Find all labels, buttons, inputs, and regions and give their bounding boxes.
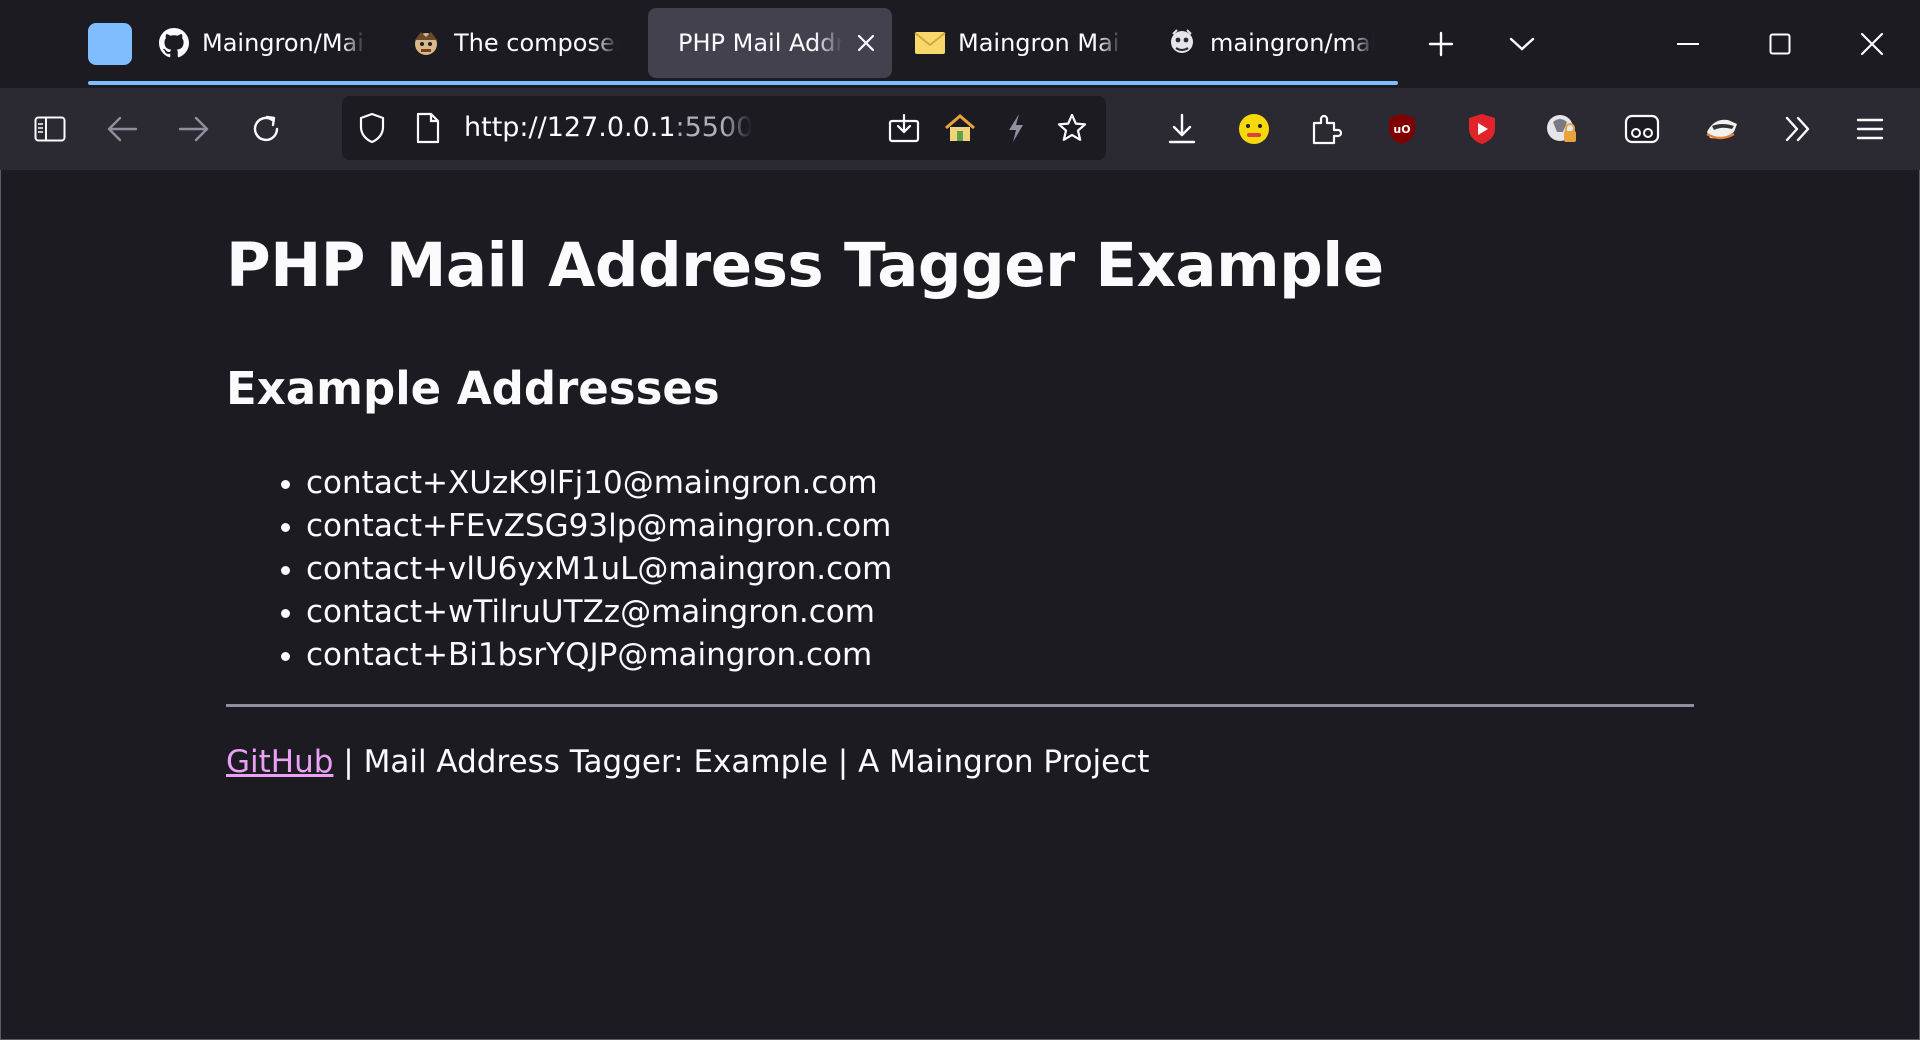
- reload-icon[interactable]: [244, 107, 288, 151]
- more-tools-double-chevron-icon[interactable]: [1776, 107, 1820, 151]
- git-host-icon: [1166, 27, 1198, 59]
- bookmark-star-icon[interactable]: [1052, 108, 1092, 148]
- page-title: PHP Mail Address Tagger Example: [226, 230, 1384, 301]
- tab-group-underline: [88, 81, 1398, 85]
- list-item: contact+Bi1bsrYQJP@maingron.com: [306, 634, 892, 677]
- footer: GitHub | Mail Address Tagger: Example | …: [226, 744, 1149, 780]
- tab-strip: Maingron/Mail- The composer.js PHP Mail …: [0, 0, 1920, 88]
- envelope-icon: [914, 27, 946, 59]
- maximize-window-icon[interactable]: [1760, 24, 1800, 64]
- save-page-download-icon[interactable]: [884, 108, 924, 148]
- list-all-tabs-chevron-down-icon[interactable]: [1502, 24, 1542, 64]
- hamburger-menu-icon[interactable]: [1848, 107, 1892, 151]
- composer-icon: [410, 27, 442, 59]
- url-text[interactable]: http://127.0.0.1:5500/example.php: [464, 112, 752, 143]
- navigation-toolbar: http://127.0.0.1:5500/example.php uO: [0, 88, 1920, 170]
- list-item: contact+vlU6yxM1uL@maingron.com: [306, 548, 892, 591]
- back-arrow-icon[interactable]: [100, 107, 144, 151]
- firefox-view-button[interactable]: [88, 23, 132, 65]
- list-item: contact+XUzK9lFj10@maingron.com: [306, 462, 892, 505]
- svg-text:uO: uO: [1393, 123, 1410, 136]
- url-path: :5500/example.php: [675, 112, 752, 143]
- emoji-face-extension-icon[interactable]: [1232, 107, 1276, 151]
- tab-manager-extension-icon[interactable]: [1620, 107, 1664, 151]
- page-info-icon[interactable]: [408, 108, 448, 148]
- privacy-lock-extension-icon[interactable]: [1540, 107, 1584, 151]
- downloads-icon[interactable]: [1160, 107, 1204, 151]
- close-tab-icon[interactable]: [854, 31, 878, 55]
- privacy-badger-icon[interactable]: [1700, 107, 1744, 151]
- list-item: contact+wTilruUTZz@maingron.com: [306, 591, 892, 634]
- tracking-protection-shield-icon[interactable]: [352, 108, 392, 148]
- tab-title: PHP Mail Address Tagger Example: [678, 29, 842, 57]
- ublock-origin-icon[interactable]: uO: [1380, 107, 1424, 151]
- youtube-extension-icon[interactable]: [1460, 107, 1504, 151]
- github-icon: [158, 27, 190, 59]
- github-link[interactable]: GitHub: [226, 744, 333, 780]
- tab-composer-js[interactable]: The composer.js: [396, 8, 632, 78]
- url-host: http://127.0.0.1: [464, 112, 676, 143]
- new-tab-plus-icon[interactable]: [1421, 24, 1461, 64]
- tab-title: Maingron/Mail-: [202, 29, 366, 57]
- minimize-window-icon[interactable]: [1668, 24, 1708, 64]
- address-bar[interactable]: http://127.0.0.1:5500/example.php: [342, 96, 1106, 160]
- footer-divider: [226, 704, 1694, 707]
- tab-title: Maingron Mail: [958, 29, 1122, 57]
- tab-maingron-mail[interactable]: Maingron Mail: [900, 8, 1136, 78]
- tab-title: The composer.js: [454, 29, 618, 57]
- address-list: contact+XUzK9lFj10@maingron.com contact+…: [226, 462, 892, 677]
- tab-maingron-mail-repo[interactable]: maingron/mail-: [1152, 8, 1388, 78]
- list-item: contact+FEvZSG93lp@maingron.com: [306, 505, 892, 548]
- forward-arrow-icon[interactable]: [172, 107, 216, 151]
- tab-title: maingron/mail-: [1210, 29, 1374, 57]
- lightning-bolt-icon[interactable]: [996, 108, 1036, 148]
- close-window-icon[interactable]: [1852, 24, 1892, 64]
- sidebar-toggle-icon[interactable]: [28, 107, 72, 151]
- section-heading: Example Addresses: [226, 362, 720, 415]
- home-icon[interactable]: [940, 108, 980, 148]
- tab-github-maingron-mail[interactable]: Maingron/Mail-: [144, 8, 380, 78]
- extensions-puzzle-icon[interactable]: [1304, 107, 1348, 151]
- footer-text: | Mail Address Tagger: Example | A Maing…: [333, 744, 1150, 780]
- tab-php-mail-address-tagger[interactable]: PHP Mail Address Tagger Example: [648, 8, 892, 78]
